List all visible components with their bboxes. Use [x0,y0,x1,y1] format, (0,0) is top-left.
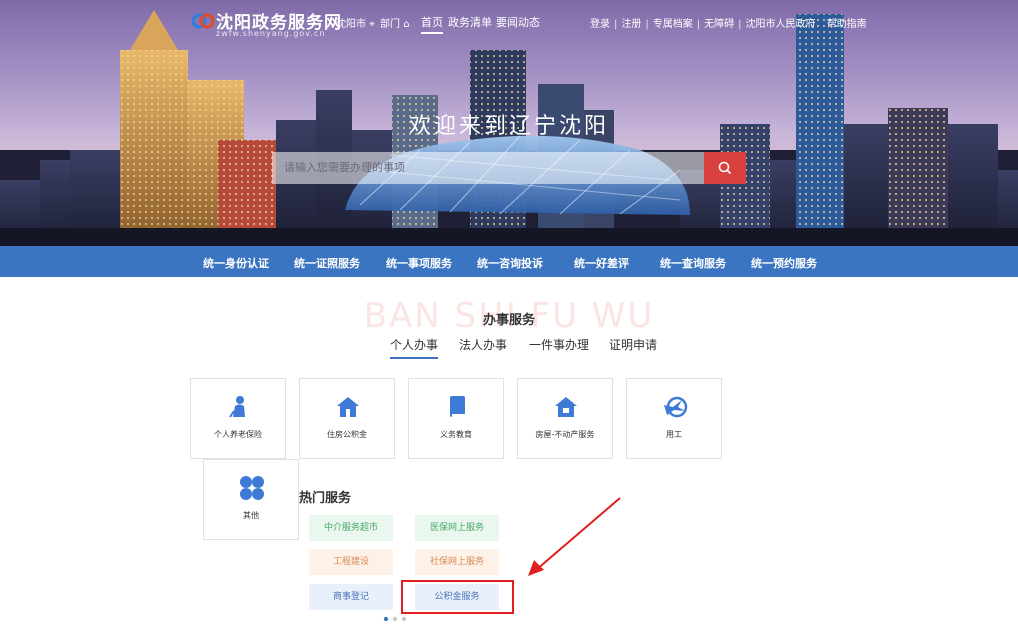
tab-certificate[interactable]: 证明申请 [609,336,657,353]
building-icon: ⌂ [403,19,410,30]
top-bar: 沈阳政务服务网 zwfw.shenyang.gov.cn 沈阳市 ⌖ 部门 ⌂ … [0,0,1018,40]
tile-label: 房屋-不动产服务 [535,430,595,439]
nav-consult-complaint[interactable]: 统一咨询投诉 [477,255,543,271]
search-button[interactable] [704,152,746,184]
location-city-label: 沈阳市 [336,19,366,30]
hot-construction[interactable]: 工程建设 [309,549,393,575]
tab-one-thing[interactable]: 一件事办理 [529,336,589,353]
hot-agency-market[interactable]: 中介服务超市 [309,515,393,541]
book-icon [450,396,465,417]
hot-business-registration[interactable]: 商事登记 [309,584,393,610]
accessibility-link[interactable]: 无障碍 [704,19,734,30]
link-divider: | [738,19,742,30]
personal-archive-link[interactable]: 专属档案 [653,19,693,30]
logo-emblem-icon [192,13,214,29]
highlight-box [401,580,514,614]
nav-matter-service[interactable]: 统一事项服务 [386,255,452,271]
nav-news[interactable]: 要闻动态 [496,14,540,30]
city-government-link[interactable]: 沈阳市人民政府 [746,19,816,30]
grid-icon [240,476,264,500]
carousel-dot[interactable] [401,616,407,622]
unified-services-bar: 统一身份认证 统一证照服务 统一事项服务 统一咨询投诉 统一好差评 统一查询服务… [0,246,1018,277]
nav-service-list[interactable]: 政务清单 [448,14,492,30]
location-dept[interactable]: 部门 ⌂ [380,15,410,30]
nav-home[interactable]: 首页 [421,14,443,34]
hot-services-title: 热门服务 [299,491,352,506]
tile-employment[interactable]: 用工 [626,378,722,459]
location-pin-icon: ⌖ [369,19,375,30]
account-links: 登录 | 注册 | 专属档案 | 无障碍 | 沈阳市人民政府 帮助指南 [590,15,867,30]
search-input[interactable] [272,152,704,184]
tab-legal-entity[interactable]: 法人办事 [459,336,507,353]
help-guide-link[interactable]: 帮助指南 [827,19,867,30]
carousel-dot-active[interactable] [383,616,389,622]
tile-other[interactable]: 其他 [203,459,299,540]
site-domain: zwfw.shenyang.gov.cn [216,29,326,38]
welcome-heading: 欢迎来到辽宁沈阳 [408,114,609,139]
house-icon [337,397,359,417]
tile-education[interactable]: 义务教育 [408,378,504,459]
carousel-dot[interactable] [392,616,398,622]
site-logo[interactable]: 沈阳政务服务网 zwfw.shenyang.gov.cn [192,8,341,38]
worker-icon [664,396,688,418]
tile-label: 住房公积金 [327,430,367,439]
login-link[interactable]: 登录 [590,19,610,30]
tile-label: 用工 [666,430,682,439]
property-icon [555,397,577,417]
section-title: 办事服务 [482,313,535,328]
tile-label: 义务教育 [440,430,472,439]
nav-evaluation[interactable]: 统一好差评 [574,255,629,271]
nav-appointment-service[interactable]: 统一预约服务 [751,255,817,271]
register-link[interactable]: 注册 [621,19,641,30]
tab-personal[interactable]: 个人办事 [390,336,439,359]
nav-license-service[interactable]: 统一证照服务 [294,255,360,271]
annotation-arrow-icon [528,497,621,576]
tile-property[interactable]: 房屋-不动产服务 [517,378,613,459]
carousel-dots [383,616,407,622]
elderly-icon [229,396,245,418]
hero-banner: 沈阳政务服务网 zwfw.shenyang.gov.cn 沈阳市 ⌖ 部门 ⌂ … [0,0,1018,246]
link-divider [820,19,823,30]
search-icon [718,161,732,175]
tile-label: 其他 [243,511,259,520]
nav-query-service[interactable]: 统一查询服务 [660,255,726,271]
location-city[interactable]: 沈阳市 ⌖ [336,15,375,30]
link-divider: | [696,19,701,30]
hot-medical-insurance[interactable]: 医保网上服务 [415,515,499,541]
link-divider: | [614,19,618,30]
nav-identity-auth[interactable]: 统一身份认证 [203,255,269,271]
link-divider: | [645,19,649,30]
location-dept-label: 部门 [380,19,400,30]
tile-pension[interactable]: 个人养老保险 [190,378,286,459]
hot-social-insurance[interactable]: 社保网上服务 [415,549,499,575]
tile-label: 个人养老保险 [214,430,262,439]
tile-housing-fund[interactable]: 住房公积金 [299,378,395,459]
